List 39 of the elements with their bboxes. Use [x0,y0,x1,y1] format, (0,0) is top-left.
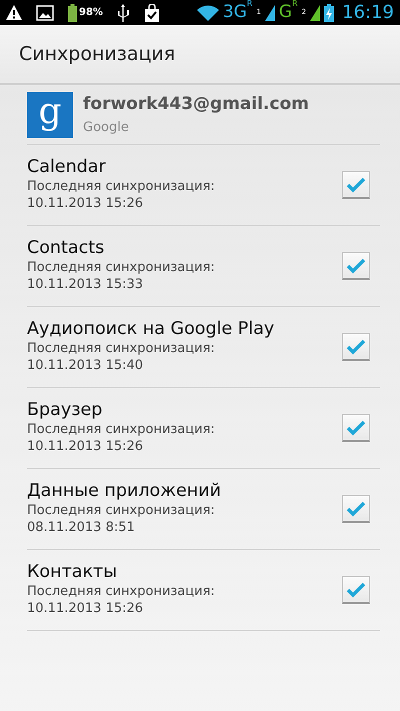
image-icon [36,4,54,20]
signal-icon [264,4,275,20]
clock: 16:19 [342,1,394,25]
screen-title: Синхронизация [19,42,176,67]
last-sync-text: Последняя синхронизация: 10.11.2013 15:26 [27,584,216,618]
wifi-icon [196,4,219,20]
account-email: forwork443@gmail.com [83,93,309,116]
checkbox[interactable] [342,252,370,280]
signal-icon [310,4,320,20]
checkbox[interactable] [342,414,370,442]
checkmark-icon [346,176,366,192]
last-sync-text: Последняя синхронизация: 10.11.2013 15:33 [27,260,216,294]
sync-item-title: Contacts [27,238,106,260]
checkmark-icon [346,582,366,598]
sync-item-title: Контакты [27,562,118,584]
checkmark-icon [346,258,366,274]
checkbox[interactable] [342,171,370,199]
account-logo: g [27,92,73,138]
checkbox[interactable] [342,333,370,361]
checkbox[interactable] [342,495,370,523]
warning-icon [6,5,22,20]
checkbox[interactable] [342,576,370,604]
sync-item-title: Данные приложений [27,481,222,504]
checkmark-icon [346,500,366,516]
sync-item-title: Браузер [27,400,104,422]
shopping-bag-icon [142,4,161,22]
last-sync-text: Последняя синхронизация: 10.11.2013 15:40 [27,341,216,375]
sync-item-title: Аудиопоиск на Google Play [27,319,274,342]
charging-battery-icon [324,4,334,22]
checkmark-icon [346,420,366,436]
battery-percent: 98% [79,6,103,20]
account-type: Google [83,118,130,136]
battery-icon [68,4,77,22]
last-sync-text: Последняя синхронизация: 10.11.2013 15:26 [27,179,216,213]
sync-item-title: Calendar [27,157,107,180]
usb-icon [116,4,129,22]
last-sync-text: Последняя синхронизация: 10.11.2013 15:26 [27,422,216,456]
checkmark-icon [346,338,366,354]
last-sync-text: Последняя синхронизация: 08.11.2013 8:51 [27,503,216,537]
